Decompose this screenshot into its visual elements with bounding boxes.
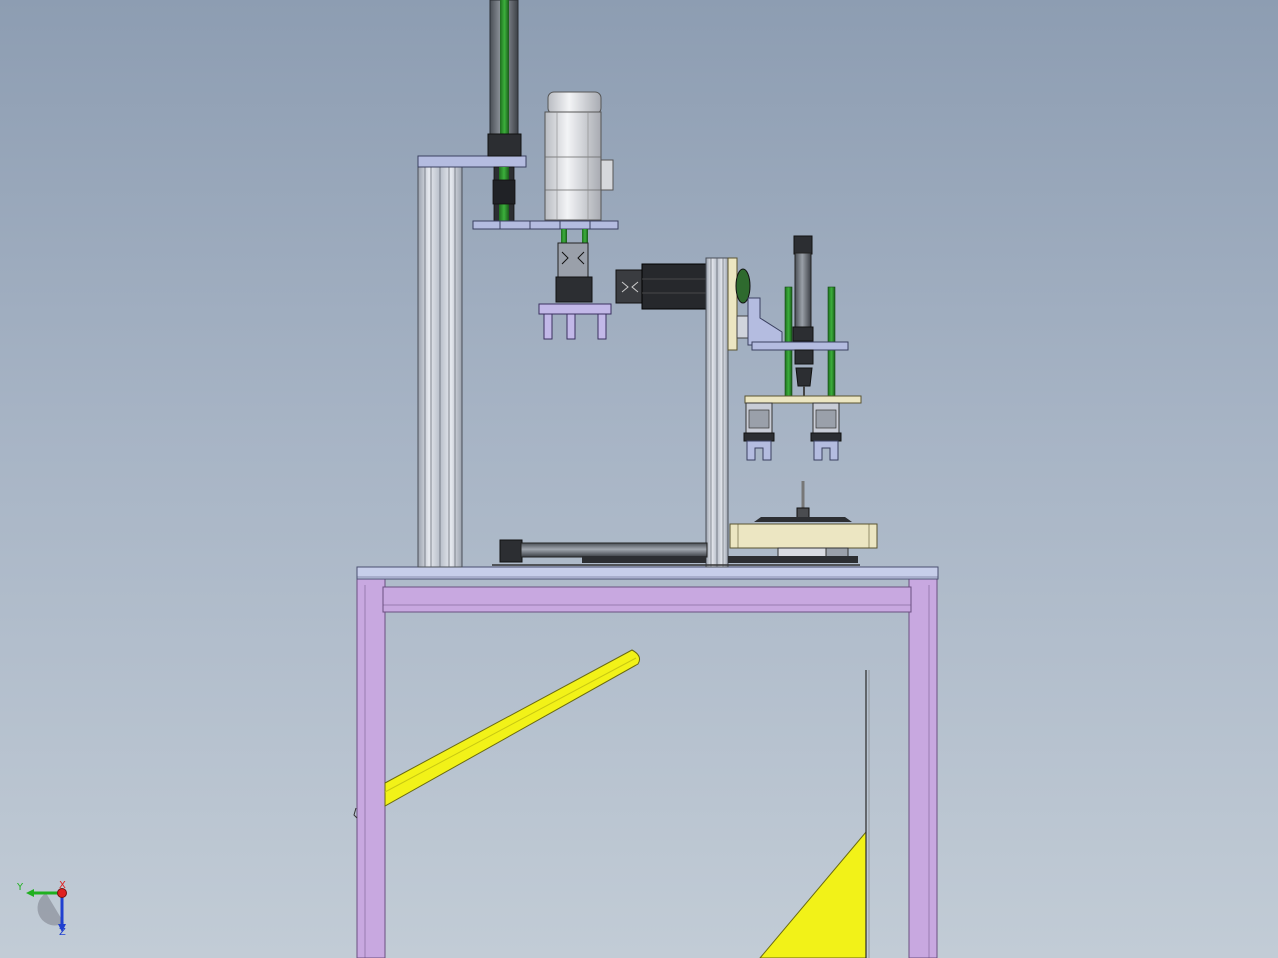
pneumatic-gripper-right: [810, 402, 842, 461]
vertical-linear-axis: [487, 0, 522, 223]
rotary-gripper-fork: [538, 303, 612, 340]
axis-label-x: X: [59, 880, 66, 891]
coupling-assembly: [555, 229, 593, 303]
servo-motor-horizontal: [615, 263, 707, 310]
axis-label-y: Y: [17, 882, 24, 893]
motor-mount-plate: [472, 220, 619, 230]
support-bracket: [747, 297, 783, 346]
axis-triad: [26, 888, 67, 932]
left-aluminum-column: [417, 165, 463, 568]
assembly-drawing: [26, 0, 939, 958]
right-aluminum-column: [705, 257, 729, 568]
yellow-chute: [353, 649, 870, 958]
work-fixture: [729, 481, 878, 563]
cad-viewport[interactable]: Y X Z: [0, 0, 1278, 958]
pneumatic-gripper-left: [743, 402, 775, 461]
gripper-carrier-plate: [744, 395, 862, 404]
servo-motor-vertical: [544, 91, 614, 221]
right-upper-plate: [751, 341, 849, 351]
axis-label-z: Z: [59, 927, 66, 938]
column-side-plate: [727, 257, 738, 351]
lift-cylinder-right: [792, 235, 814, 342]
upper-mount-plate: [417, 155, 527, 168]
